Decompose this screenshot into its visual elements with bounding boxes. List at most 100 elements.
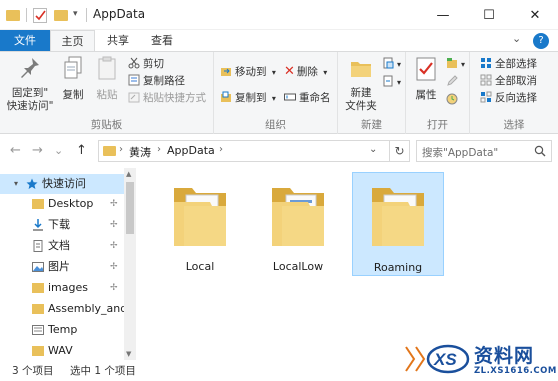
pin-icon <box>21 58 39 78</box>
cut-button[interactable]: 剪切 <box>128 56 164 72</box>
new-folder-quick-access-icon[interactable] <box>54 10 68 21</box>
history-icon <box>446 93 458 105</box>
refresh-button[interactable]: ↻ <box>390 140 410 162</box>
scrollbar-thumb[interactable] <box>126 182 134 234</box>
nav-item-wav[interactable]: WAV <box>0 341 124 361</box>
rename-label: 重命名 <box>299 92 331 104</box>
ribbon-tabs: 文件 主页 共享 查看 ⌄ ? <box>0 30 558 52</box>
select-none-label: 全部取消 <box>495 75 537 87</box>
paste-shortcut-button[interactable]: 粘贴快捷方式 <box>128 90 206 106</box>
up-arrow-icon[interactable]: ↑ <box>76 143 87 158</box>
maximize-button[interactable]: ☐ <box>466 0 512 30</box>
nav-item-label: images <box>48 281 88 294</box>
rename-button[interactable]: 重命名 <box>284 90 331 106</box>
scroll-up-icon[interactable]: ▲ <box>126 170 131 178</box>
select-group: 全部选择 全部取消 反向选择 选择 <box>470 52 558 134</box>
copy-path-button[interactable]: 复制路径 <box>128 73 185 89</box>
breadcrumb-appdata[interactable]: AppData <box>167 144 215 157</box>
copy-to-button[interactable]: 复制到 ▾ <box>220 90 276 106</box>
copy-button[interactable]: 复制 <box>58 56 88 102</box>
select-all-button[interactable]: 全部选择 <box>480 56 537 72</box>
search-input[interactable]: 搜索"AppData" <box>416 140 552 162</box>
organize-group: 移动到 ▾ ✕ 删除 ▾ 复制到 ▾ 重命名 组织 <box>214 52 338 134</box>
nav-item-temp[interactable]: Temp <box>0 320 124 340</box>
address-dropdown-icon[interactable]: ⌄ <box>369 144 377 155</box>
scroll-down-icon[interactable]: ▼ <box>126 350 131 358</box>
nav-item-quick-access[interactable]: ▾ 快速访问 <box>0 174 124 194</box>
forward-arrow-icon[interactable]: → <box>32 143 43 158</box>
address-bar[interactable]: › 黄涛 › AppData › ⌄ <box>98 140 390 162</box>
expand-arrow-icon[interactable]: ▾ <box>14 174 18 194</box>
paste-shortcut-icon <box>128 92 140 103</box>
watermark-url: ZL.XS1616.COM <box>474 366 557 376</box>
nav-item-documents[interactable]: 文档 ✢ <box>0 236 124 256</box>
nav-item-label: WAV <box>48 344 73 357</box>
nav-item-downloads[interactable]: 下载 ✢ <box>0 215 124 235</box>
edit-button[interactable] <box>446 74 461 90</box>
move-to-button[interactable]: 移动到 ▾ <box>220 64 276 80</box>
minimize-button[interactable]: — <box>420 0 466 30</box>
recent-locations-icon[interactable]: ⌄ <box>54 144 63 157</box>
open-button[interactable]: ▾ <box>446 56 465 72</box>
move-to-label: 移动到 <box>235 66 267 78</box>
properties-quick-access-icon[interactable] <box>33 8 47 23</box>
new-folder-button[interactable]: 新建 文件夹 <box>342 56 380 113</box>
folder-icon <box>6 10 20 21</box>
nav-item-assembly[interactable]: Assembly_and_ <box>0 299 124 319</box>
tab-home[interactable]: 主页 <box>50 30 95 52</box>
nav-item-pictures[interactable]: 图片 ✢ <box>0 257 124 277</box>
tab-share[interactable]: 共享 <box>96 30 140 51</box>
pin-icon[interactable]: ✢ <box>110 215 118 235</box>
pin-icon[interactable]: ✢ <box>110 257 118 277</box>
pin-icon[interactable]: ✢ <box>110 278 118 298</box>
folder-icon <box>372 188 424 246</box>
clipboard-group-label: 剪贴板 <box>90 119 123 131</box>
rename-icon <box>284 93 296 101</box>
new-folder-icon <box>351 62 371 77</box>
folder-icon <box>272 188 324 246</box>
pin-to-quick-access-button[interactable]: 固定到" 快速访问" <box>4 56 56 113</box>
close-button[interactable]: ✕ <box>512 0 558 30</box>
divider <box>86 8 87 22</box>
navigation-bar: ← → ⌄ ↑ › 黄涛 › AppData › ⌄ ↻ 搜索"AppData" <box>0 135 558 165</box>
breadcrumb-separator: › <box>119 144 123 155</box>
select-none-button[interactable]: 全部取消 <box>480 73 537 89</box>
tab-file[interactable]: 文件 <box>0 30 50 51</box>
delete-x-icon: ✕ <box>284 64 295 79</box>
properties-button[interactable]: 属性 <box>410 56 442 102</box>
watermark-brand: 资料网 <box>474 345 535 367</box>
tab-view[interactable]: 查看 <box>140 30 184 51</box>
folder-icon <box>32 199 44 209</box>
folder-name: LocalLow <box>272 260 324 273</box>
history-button[interactable] <box>446 92 461 108</box>
clipboard-group: 固定到" 快速访问" 复制 粘贴 剪切 复制路径 粘贴快捷方式 剪贴板 <box>0 52 214 134</box>
back-arrow-icon[interactable]: ← <box>10 143 21 158</box>
new-item-button[interactable]: ▾ <box>382 56 401 72</box>
customize-quick-access-dropdown[interactable]: ▾ <box>73 9 78 24</box>
folder-item-local[interactable]: Local <box>154 172 246 276</box>
pictures-icon <box>32 262 44 272</box>
new-group-label: 新建 <box>361 119 382 131</box>
nav-item-label: 下载 <box>48 218 70 231</box>
svg-text:XS: XS <box>433 350 457 369</box>
nav-item-desktop[interactable]: Desktop ✢ <box>0 194 124 214</box>
download-icon <box>33 219 43 231</box>
paste-button[interactable]: 粘贴 <box>92 56 122 102</box>
nav-item-label: Assembly_and_ <box>48 302 124 315</box>
folder-item-locallow[interactable]: LocalLow <box>252 172 344 276</box>
help-icon[interactable]: ? <box>533 33 549 49</box>
breadcrumb-user[interactable]: 黄涛 <box>129 144 151 160</box>
easy-access-button[interactable]: ▾ <box>382 74 401 90</box>
expand-ribbon-icon[interactable]: ⌄ <box>512 32 521 45</box>
pin-icon[interactable]: ✢ <box>110 194 118 214</box>
file-list: Local LocalLow Roaming <box>140 168 558 360</box>
folder-item-roaming[interactable]: Roaming <box>352 172 444 276</box>
nav-pane-scrollbar[interactable]: ▲ ▼ <box>124 168 136 360</box>
delete-button[interactable]: ✕ 删除 ▾ <box>284 64 327 80</box>
invert-selection-button[interactable]: 反向选择 <box>480 90 537 106</box>
delete-label: 删除 <box>296 66 318 78</box>
nav-item-label: Desktop <box>48 197 94 210</box>
organize-group-label: 组织 <box>265 119 286 131</box>
nav-item-images[interactable]: images ✢ <box>0 278 124 298</box>
pin-icon[interactable]: ✢ <box>110 236 118 256</box>
